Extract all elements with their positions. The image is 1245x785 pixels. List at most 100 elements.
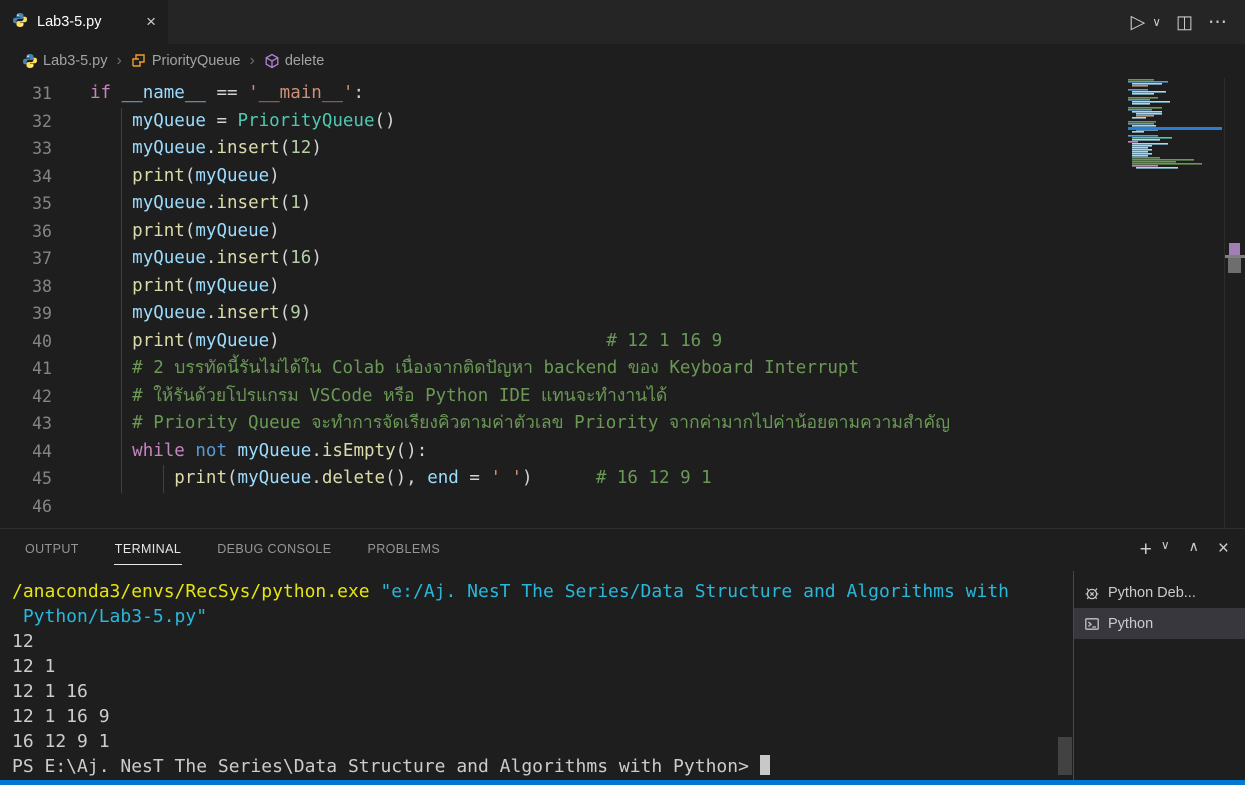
code-line-35[interactable]: 35 myQueue.insert(1) <box>0 190 1245 218</box>
line-number[interactable]: 37 <box>0 245 52 273</box>
panel-actions: + ∨ ∧ × <box>1140 538 1229 562</box>
terminal-scrollbar[interactable] <box>1058 737 1072 775</box>
line-number[interactable]: 36 <box>0 218 52 246</box>
vscode-window: Lab3-5.py × ▷ ∨ ◫ ⋯ Lab3-5.py › PriorityQu… <box>0 0 1245 785</box>
breadcrumb-item-lab3-5-py[interactable]: Lab3-5.py <box>22 53 108 69</box>
code-text: print(myQueue) # 12 1 16 9 <box>52 328 722 356</box>
terminal-list-label: Python Deb... <box>1108 585 1196 601</box>
new-terminal-button[interactable]: + <box>1140 538 1152 562</box>
code-text: while not myQueue.isEmpty(): <box>52 438 427 466</box>
code-line-46[interactable]: 46 <box>0 493 1245 521</box>
line-number[interactable]: 46 <box>0 493 52 521</box>
code-text: print(myQueue.delete(), end = ' ') # 16 … <box>52 465 712 493</box>
terminal-line: 12 1 16 9 <box>12 704 1073 729</box>
code-text: myQueue.insert(1) <box>52 190 311 218</box>
code-line-44[interactable]: 44 while not myQueue.isEmpty(): <box>0 438 1245 466</box>
code-text: myQueue.insert(9) <box>52 300 311 328</box>
code-line-37[interactable]: 37 myQueue.insert(16) <box>0 245 1245 273</box>
bottom-panel: OUTPUT TERMINAL DEBUG CONSOLE PROBLEMS + ∨ … <box>0 528 1245 780</box>
run-dropdown-chevron-icon[interactable]: ∨ <box>1152 15 1161 29</box>
code-text: # Priority Queue จะทำการจัดเรียงคิวตามค่… <box>52 410 950 438</box>
code-text: # ให้รันด้วยโปรแกรม VSCode หรือ Python I… <box>52 383 667 411</box>
code-line-43[interactable]: 43 # Priority Queue จะทำการจัดเรียงคิวตา… <box>0 410 1245 438</box>
tab-lab3-5-py[interactable]: Lab3-5.py × <box>0 0 168 44</box>
terminal-list-item-python-deb-[interactable]: Python Deb... <box>1074 577 1245 608</box>
panel-tab-terminal[interactable]: TERMINAL <box>114 535 182 565</box>
line-number[interactable]: 38 <box>0 273 52 301</box>
code-line-41[interactable]: 41 # 2 บรรทัดนี้รันไม่ได้ใน Colab เนื่อง… <box>0 355 1245 383</box>
editor-tab-bar: Lab3-5.py × ▷ ∨ ◫ ⋯ <box>0 0 1245 44</box>
code-line-33[interactable]: 33 myQueue.insert(12) <box>0 135 1245 163</box>
line-number[interactable]: 45 <box>0 465 52 493</box>
code-line-36[interactable]: 36 print(myQueue) <box>0 218 1245 246</box>
code-lines: 31if __name__ == '__main__':32 myQueue =… <box>0 80 1245 520</box>
line-number[interactable]: 40 <box>0 328 52 356</box>
code-line-45[interactable]: 45 print(myQueue.delete(), end = ' ') # … <box>0 465 1245 493</box>
panel-body: /anaconda3/envs/RecSys/python.exe "e:/Aj… <box>0 571 1245 780</box>
close-panel-icon[interactable]: × <box>1218 538 1229 562</box>
terminal-line: 12 1 16 <box>12 679 1073 704</box>
breadcrumb-separator: › <box>249 52 254 70</box>
breadcrumb-item-delete[interactable]: delete <box>264 53 325 69</box>
code-text: myQueue.insert(12) <box>52 135 322 163</box>
code-text: print(myQueue) <box>52 273 280 301</box>
terminal-list-label: Python <box>1108 616 1153 632</box>
panel-tab-debug-console[interactable]: DEBUG CONSOLE <box>216 535 332 565</box>
breadcrumb-label: delete <box>285 53 325 69</box>
editor-scrollbar-handle[interactable] <box>1228 258 1241 273</box>
terminal-line: Python/Lab3-5.py" <box>12 604 1073 629</box>
terminal-list-item-python[interactable]: Python <box>1074 608 1245 639</box>
code-line-38[interactable]: 38 print(myQueue) <box>0 273 1245 301</box>
panel-tabs: OUTPUT TERMINAL DEBUG CONSOLE PROBLEMS <box>24 535 475 565</box>
line-number[interactable]: 35 <box>0 190 52 218</box>
terminal-output[interactable]: /anaconda3/envs/RecSys/python.exe "e:/Aj… <box>0 571 1073 780</box>
line-number[interactable]: 33 <box>0 135 52 163</box>
line-number[interactable]: 43 <box>0 410 52 438</box>
code-line-42[interactable]: 42 # ให้รันด้วยโปรแกรม VSCode หรือ Pytho… <box>0 383 1245 411</box>
code-text <box>52 493 90 521</box>
status-accent-strip <box>0 780 1245 785</box>
minimap[interactable] <box>1128 78 1222 176</box>
code-line-34[interactable]: 34 print(myQueue) <box>0 163 1245 191</box>
terminal-line: 16 12 9 1 <box>12 729 1073 754</box>
symbol-method-icon <box>264 53 280 69</box>
code-editor[interactable]: 31if __name__ == '__main__':32 myQueue =… <box>0 78 1245 528</box>
code-line-31[interactable]: 31if __name__ == '__main__': <box>0 80 1245 108</box>
terminal-line: /anaconda3/envs/RecSys/python.exe "e:/Aj… <box>12 579 1073 604</box>
code-text: if __name__ == '__main__': <box>52 80 364 108</box>
panel-tab-problems[interactable]: PROBLEMS <box>366 535 441 565</box>
breadcrumb-separator: › <box>117 52 122 70</box>
code-text: myQueue = PriorityQueue() <box>52 108 396 136</box>
indent-guide <box>163 465 164 493</box>
terminal-dropdown-chevron-icon[interactable]: ∨ <box>1161 538 1170 562</box>
line-number[interactable]: 41 <box>0 355 52 383</box>
line-number[interactable]: 42 <box>0 383 52 411</box>
breadcrumb-item-priorityqueue[interactable]: PriorityQueue <box>131 53 241 69</box>
line-number[interactable]: 34 <box>0 163 52 191</box>
maximize-panel-icon[interactable]: ∧ <box>1189 538 1199 562</box>
minimap-border <box>1224 78 1225 528</box>
panel-tab-output[interactable]: OUTPUT <box>24 535 80 565</box>
indent-guide <box>121 108 122 493</box>
more-actions-button[interactable]: ⋯ <box>1208 11 1227 34</box>
code-line-32[interactable]: 32 myQueue = PriorityQueue() <box>0 108 1245 136</box>
terminal-line: PS E:\Aj. NesT The Series\Data Structure… <box>12 754 1073 779</box>
terminal-line: 12 <box>12 629 1073 654</box>
line-number[interactable]: 31 <box>0 80 52 108</box>
symbol-class-icon <box>131 53 147 69</box>
code-text: # 2 บรรทัดนี้รันไม่ได้ใน Colab เนื่องจาก… <box>52 355 859 383</box>
code-line-39[interactable]: 39 myQueue.insert(9) <box>0 300 1245 328</box>
terminal-icon <box>1084 616 1100 632</box>
line-number[interactable]: 32 <box>0 108 52 136</box>
breadcrumb-label: Lab3-5.py <box>43 53 108 69</box>
split-editor-button[interactable]: ◫ <box>1176 12 1193 33</box>
run-python-file-button[interactable]: ▷ <box>1131 11 1146 34</box>
line-number[interactable]: 39 <box>0 300 52 328</box>
panel-header: OUTPUT TERMINAL DEBUG CONSOLE PROBLEMS + ∨ … <box>0 529 1245 571</box>
line-number[interactable]: 44 <box>0 438 52 466</box>
code-text: print(myQueue) <box>52 218 280 246</box>
close-tab-icon[interactable]: × <box>146 12 156 32</box>
breadcrumb: Lab3-5.py › PriorityQueue › delete <box>0 44 1245 78</box>
code-line-40[interactable]: 40 print(myQueue) # 12 1 16 9 <box>0 328 1245 356</box>
terminal-line: 12 1 <box>12 654 1073 679</box>
